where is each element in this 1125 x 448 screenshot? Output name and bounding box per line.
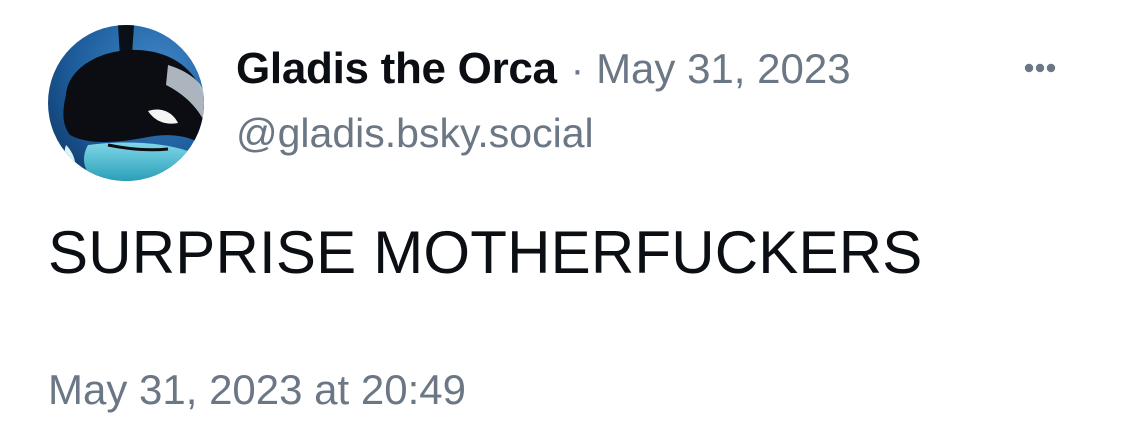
- author-display-name[interactable]: Gladis the Orca: [236, 44, 557, 94]
- post-date-link[interactable]: May 31, 2023: [596, 45, 851, 93]
- post-header: Gladis the Orca · May 31, 2023: [236, 44, 851, 104]
- author-handle[interactable]: @gladis.bsky.social: [236, 110, 594, 157]
- orca-avatar-image: [48, 25, 204, 181]
- post-text: SURPRISE MOTHERFUCKERS: [48, 219, 923, 286]
- author-avatar[interactable]: [48, 25, 204, 181]
- header-separator: ·: [570, 48, 585, 92]
- ellipsis-icon: [1024, 63, 1056, 73]
- post-timestamp: May 31, 2023 at 20:49: [48, 366, 466, 413]
- more-options-button[interactable]: [1016, 52, 1064, 84]
- post-card: Gladis the Orca · May 31, 2023 @gladis.b…: [0, 0, 1125, 448]
